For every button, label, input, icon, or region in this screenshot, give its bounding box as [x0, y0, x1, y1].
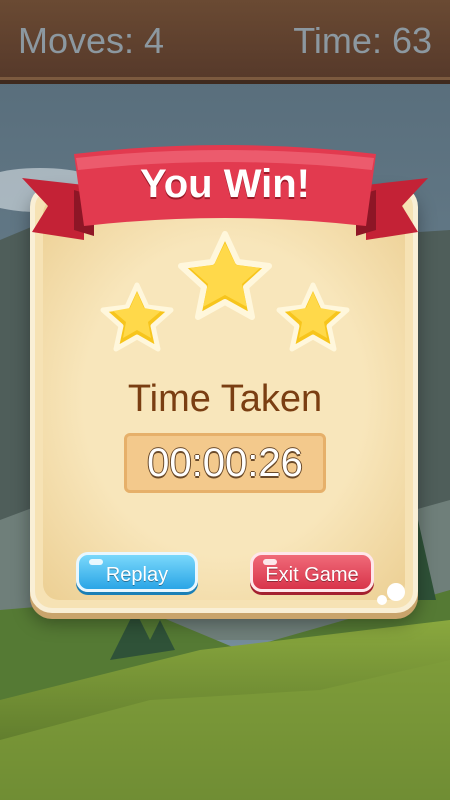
time-taken-value: 00:00:26	[147, 441, 303, 485]
time-taken-display: 00:00:26	[124, 433, 326, 493]
button-gloss	[89, 559, 103, 565]
star-center-icon	[178, 231, 272, 320]
moves-counter: Moves: 4	[18, 20, 165, 61]
button-gloss	[263, 559, 277, 565]
top-hud-bar: Moves: 4 Time: 63	[0, 0, 450, 84]
decorative-bubbles	[377, 583, 405, 605]
exit-game-button[interactable]: Exit Game	[250, 552, 374, 592]
replay-button[interactable]: Replay	[76, 552, 198, 592]
time-counter: Time: 63	[293, 20, 432, 61]
star-rating	[100, 231, 350, 352]
replay-button-label: Replay	[105, 564, 169, 586]
win-title: You Win!	[140, 162, 310, 206]
star-left-icon	[100, 282, 174, 352]
exit-game-button-label: Exit Game	[265, 564, 359, 586]
time-taken-label: Time Taken	[127, 378, 323, 420]
star-right-icon	[276, 282, 350, 352]
